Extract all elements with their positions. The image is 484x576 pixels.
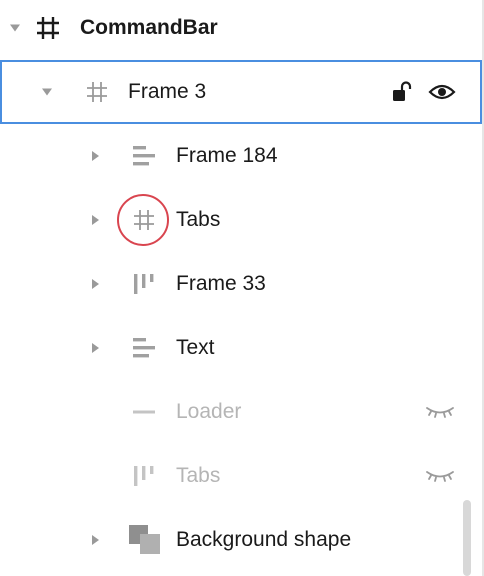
layer-row-frame-184[interactable]: Frame 184 (0, 124, 482, 188)
layer-row-text[interactable]: Text (0, 316, 482, 380)
vertical-stack-icon (134, 466, 154, 486)
shape-icon (129, 525, 160, 554)
layer-row-background-shape[interactable]: Background shape (0, 508, 482, 572)
layer-row-tabs[interactable]: Tabs (0, 188, 482, 252)
layer-label: CommandBar (80, 16, 218, 39)
eye-closed-icon[interactable] (425, 469, 455, 483)
layer-label: Frame 3 (128, 80, 207, 103)
horizontal-stack-icon (133, 338, 155, 358)
chevron-right-icon[interactable] (92, 279, 99, 289)
layer-row-frame-33[interactable]: Frame 33 (0, 252, 482, 316)
layer-label: Frame 184 (176, 144, 278, 167)
layer-row-commandbar[interactable]: CommandBar (0, 0, 482, 60)
line-icon (133, 410, 155, 414)
layer-label: Loader (176, 400, 242, 423)
chevron-right-icon[interactable] (92, 535, 99, 545)
eye-icon[interactable] (428, 81, 456, 103)
layer-label: Text (176, 336, 215, 359)
layer-label: Background shape (176, 528, 352, 551)
chevron-right-icon[interactable] (92, 151, 99, 161)
horizontal-stack-icon (133, 146, 155, 166)
eye-closed-icon[interactable] (425, 405, 455, 419)
scrollbar-thumb[interactable] (463, 500, 471, 576)
chevron-right-icon[interactable] (92, 343, 99, 353)
layer-row-frame-3[interactable]: Frame 3 (0, 60, 482, 124)
layer-label: Frame 33 (176, 272, 266, 295)
layers-panel: CommandBar Frame 3 Frame 184 Tabs Frame … (0, 0, 484, 576)
frame-hash-icon (87, 82, 107, 102)
layer-label: Tabs (176, 464, 221, 487)
layer-label: Tabs (176, 208, 221, 231)
chevron-down-icon[interactable] (42, 88, 52, 96)
frame-hash-icon (134, 210, 154, 230)
frame-hash-icon (37, 17, 59, 39)
chevron-right-icon[interactable] (92, 215, 99, 225)
unlocked-icon[interactable] (390, 80, 414, 104)
vertical-stack-icon (134, 274, 154, 294)
chevron-down-icon[interactable] (10, 24, 20, 32)
layer-row-tabs-hidden[interactable]: Tabs (0, 444, 482, 508)
layer-row-loader[interactable]: Loader (0, 380, 482, 444)
